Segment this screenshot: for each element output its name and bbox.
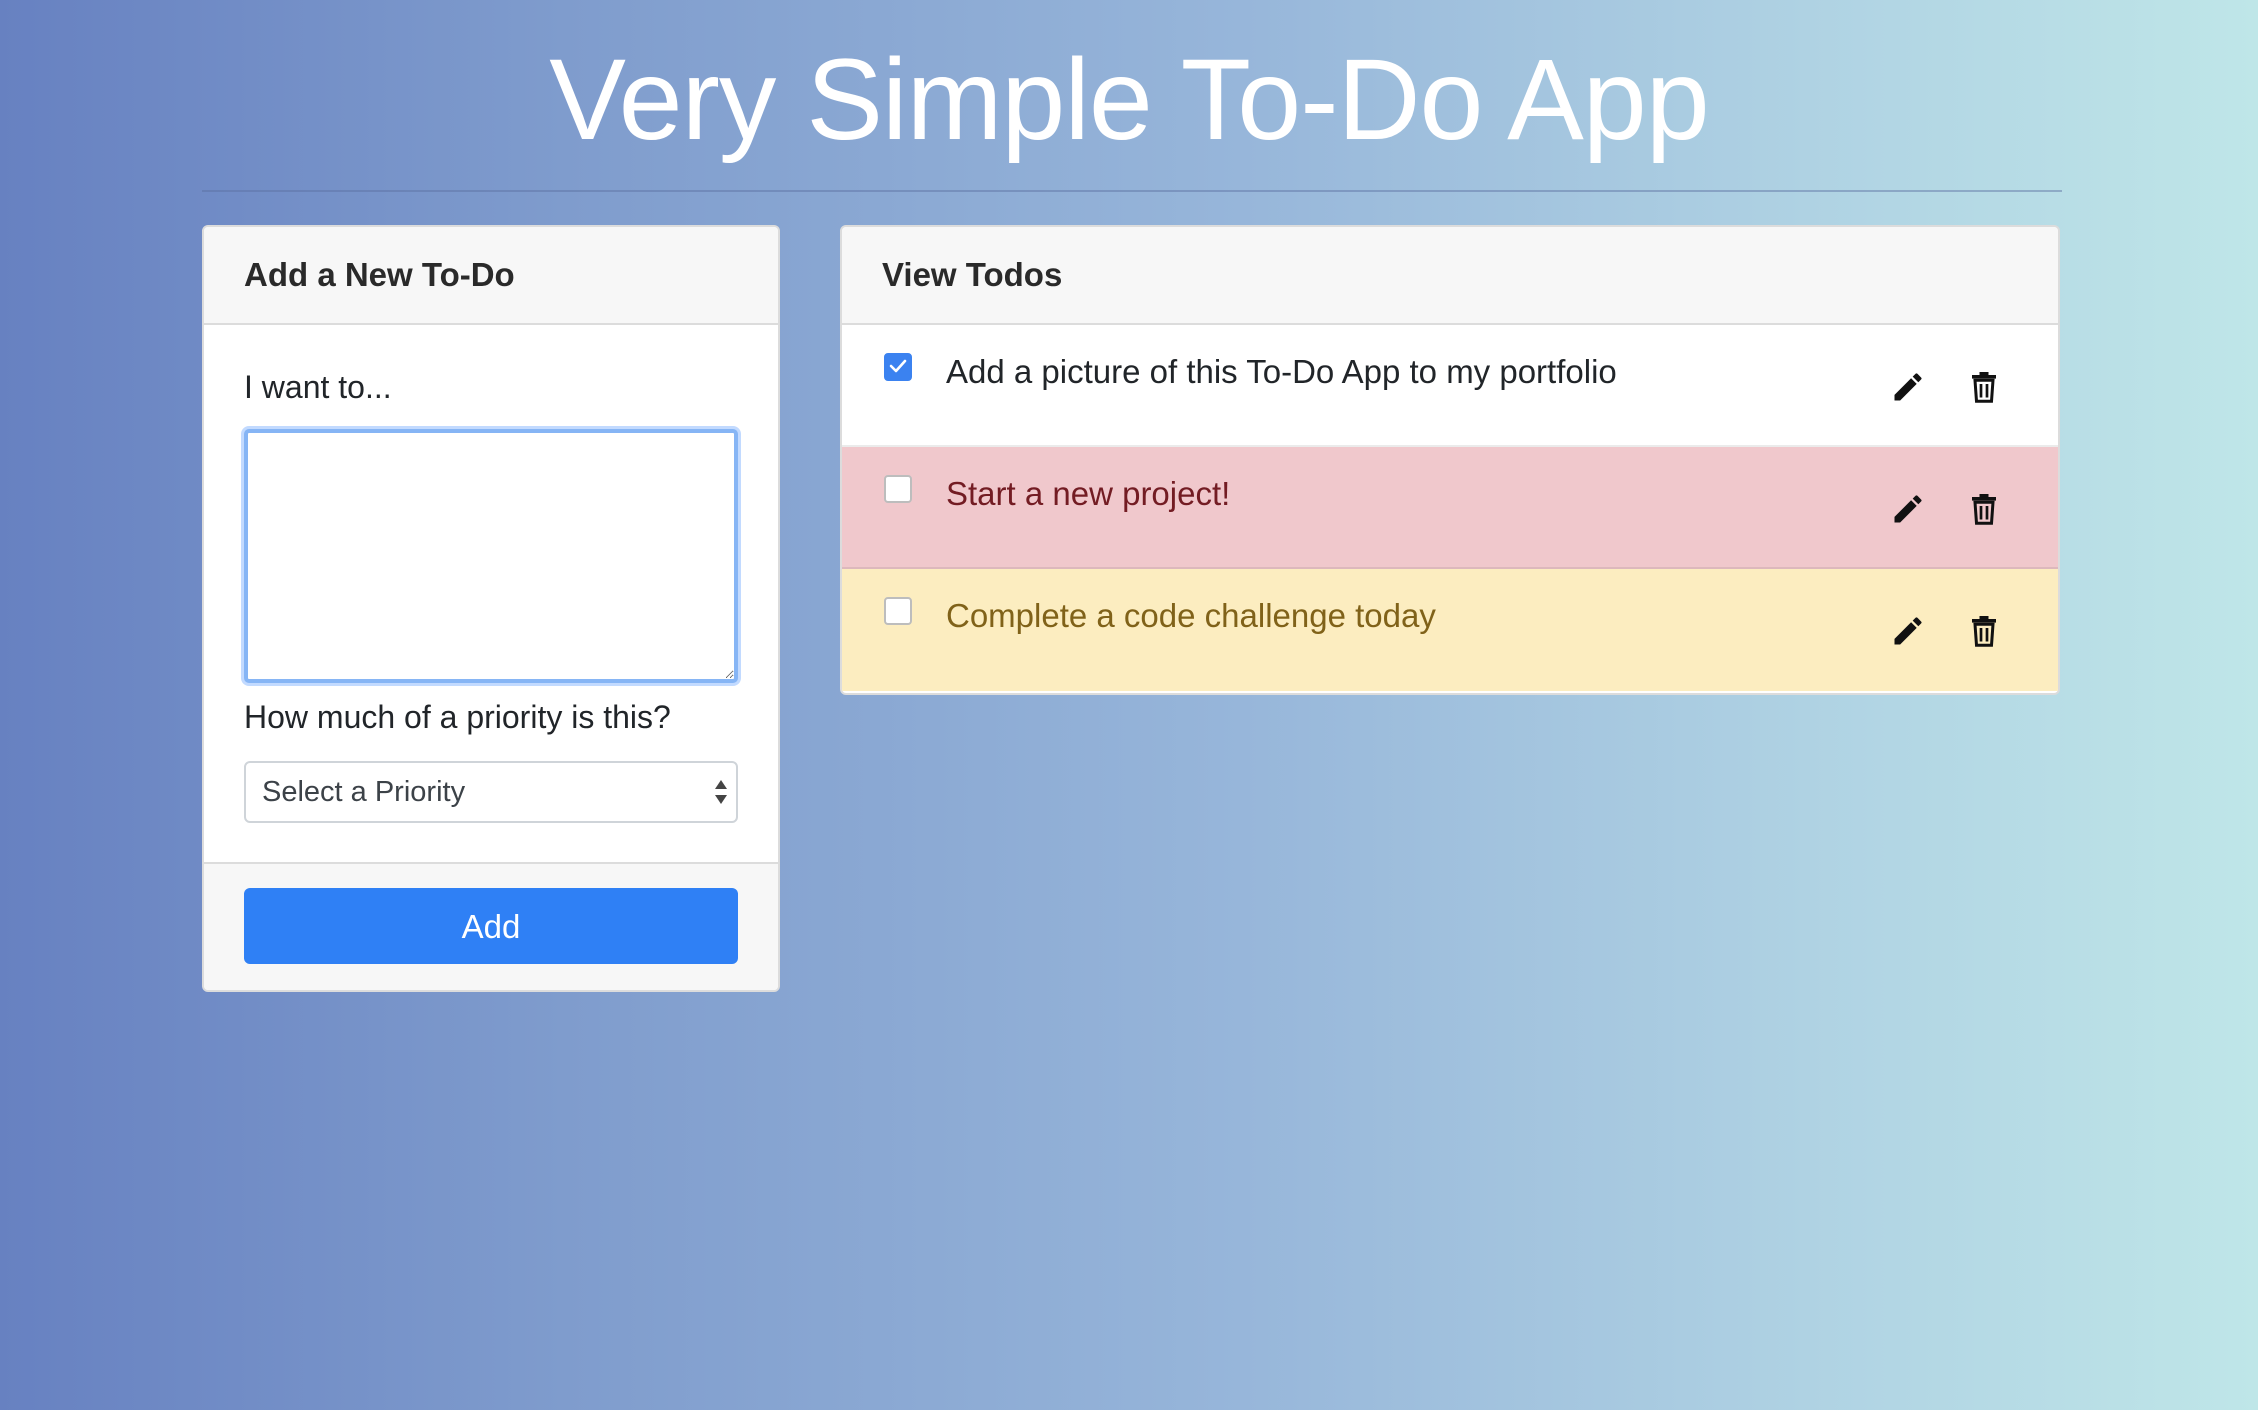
add-todo-footer: Add (204, 862, 778, 990)
priority-select[interactable]: Select a Priority (244, 761, 738, 823)
add-todo-card: Add a New To-Do I want to... How much of… (202, 225, 780, 992)
todo-text-input[interactable] (244, 429, 738, 683)
todo-item: Start a new project! (842, 447, 2058, 569)
priority-select-value: Select a Priority (262, 776, 466, 808)
view-todos-card: View Todos Add a picture of this To-Do A… (840, 225, 2060, 695)
priority-label: How much of a priority is this? (244, 699, 671, 735)
todo-list: Add a picture of this To-Do App to my po… (842, 325, 2058, 691)
todo-text-label: I want to... (244, 369, 392, 405)
title-divider (202, 190, 2062, 192)
pencil-icon[interactable] (1890, 369, 1926, 405)
todo-checkbox[interactable] (884, 475, 912, 503)
trash-icon[interactable] (1966, 613, 2002, 649)
todo-checkbox[interactable] (884, 353, 912, 381)
select-arrows-icon (715, 780, 727, 804)
pencil-icon[interactable] (1890, 613, 1926, 649)
add-button[interactable]: Add (244, 888, 738, 964)
page-title: Very Simple To-Do App (549, 36, 1709, 164)
pencil-icon[interactable] (1890, 491, 1926, 527)
trash-icon[interactable] (1966, 369, 2002, 405)
trash-icon[interactable] (1966, 491, 2002, 527)
todo-item: Complete a code challenge today (842, 569, 2058, 691)
add-todo-header: Add a New To-Do (204, 227, 778, 325)
todo-text: Complete a code challenge today (946, 597, 1436, 634)
todo-text: Start a new project! (946, 475, 1231, 512)
todo-item: Add a picture of this To-Do App to my po… (842, 325, 2058, 447)
view-todos-header: View Todos (842, 227, 2058, 325)
todo-text: Add a picture of this To-Do App to my po… (946, 353, 1617, 390)
add-todo-body: I want to... How much of a priority is t… (204, 325, 778, 862)
todo-checkbox[interactable] (884, 597, 912, 625)
